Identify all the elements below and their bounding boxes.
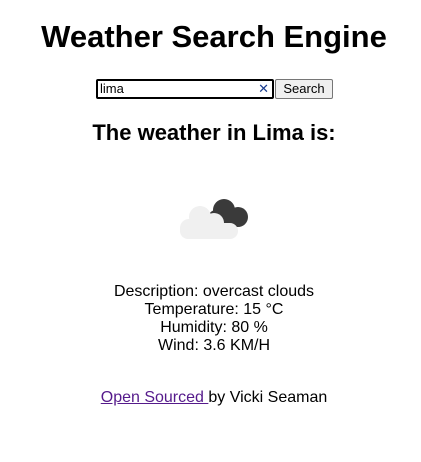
footer: Open Sourced by Vicki Seaman [0,389,421,407]
search-field[interactable]: ✕ [96,79,274,99]
temperature-text: Temperature: 15 °C [144,301,284,318]
page: Weather Search Engine ✕ Search The weath… [0,0,421,462]
search-button[interactable]: Search [275,79,333,99]
description-text: Description: overcast clouds [113,283,315,300]
search-input[interactable] [98,82,250,96]
overcast-clouds-icon [180,199,248,239]
page-title: Weather Search Engine [41,19,387,54]
clear-icon[interactable]: ✕ [258,81,269,97]
result-heading: The weather in Lima is: [92,120,336,145]
wind-text: Wind: 3.6 KM/H [157,337,271,354]
author-byline: by Vicki Seaman [208,389,328,406]
search-bar: ✕ Search [96,79,333,99]
humidity-text: Humidity: 80 % [160,319,268,336]
weather-details: Description: overcast clouds Temperature… [0,283,421,355]
open-sourced-link[interactable]: Open Sourced [101,389,209,406]
